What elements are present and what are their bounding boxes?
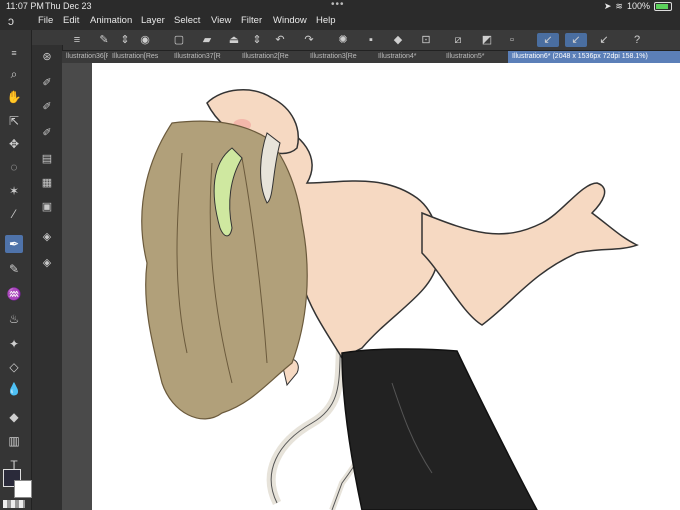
eyedropper-icon[interactable]: ⁄ bbox=[5, 205, 23, 223]
crop-icon[interactable]: ⊡ bbox=[419, 33, 433, 47]
tab-illustration3[interactable]: Illustration3[Re bbox=[306, 51, 377, 63]
tool-palette: ≡ ⌕ ✋ ⇱ ✥ ◌ ✶ ⁄ ✒ ✎ ♒ ♨ ✦ ◇ 💧 ◆ ▥ T bbox=[0, 30, 32, 510]
battery-icon bbox=[654, 1, 672, 11]
battery-percent: 100% bbox=[626, 1, 650, 11]
ruler-snap-icon[interactable]: ↙ bbox=[537, 33, 559, 47]
tab-illustration2[interactable]: Illustration2[Re bbox=[238, 51, 309, 63]
app-logo-icon[interactable]: ↄ bbox=[8, 14, 22, 28]
gradient-icon[interactable]: ▥ bbox=[5, 432, 23, 450]
menu-bar: ↄ File Edit Animation Layer Select View … bbox=[0, 12, 680, 30]
deselect-icon[interactable]: ⧄ bbox=[451, 33, 465, 47]
subtool-pen-b-icon[interactable]: ✐ bbox=[39, 99, 55, 115]
menu-animation[interactable]: Animation bbox=[90, 15, 132, 26]
edit-icon[interactable]: ✎ bbox=[97, 33, 111, 47]
status-time: 11:07 PM bbox=[6, 1, 44, 11]
eraser-icon[interactable]: ◇ bbox=[5, 358, 23, 376]
subtool-pen-a-icon[interactable]: ✐ bbox=[39, 75, 55, 91]
magic-wand-icon[interactable]: ✶ bbox=[5, 182, 23, 200]
move-icon[interactable]: ✥ bbox=[5, 135, 23, 153]
wifi-icon: ≋ bbox=[615, 1, 623, 11]
subtool-pen-c-icon[interactable]: ✐ bbox=[39, 125, 55, 141]
operation-icon[interactable]: ⇱ bbox=[5, 112, 23, 130]
subtool-grid-icon[interactable]: ▦ bbox=[39, 175, 55, 191]
menu-help[interactable]: Help bbox=[316, 15, 336, 26]
tab-illustration37[interactable]: Illustration37[R bbox=[170, 51, 241, 63]
status-date: Thu Dec 23 bbox=[45, 1, 92, 11]
view-icon[interactable]: ◉ bbox=[138, 33, 152, 47]
fill-bucket-icon[interactable]: ◆ bbox=[5, 408, 23, 426]
location-icon: ➤ bbox=[603, 1, 612, 11]
drawing-canvas[interactable] bbox=[92, 63, 680, 510]
menu-layer[interactable]: Layer bbox=[141, 15, 165, 26]
stepper2-icon[interactable]: ⇕ bbox=[250, 33, 264, 47]
subtool-panel-icon[interactable]: ▣ bbox=[39, 199, 55, 215]
pen-tool-icon[interactable]: ✒ bbox=[5, 235, 23, 253]
save-icon[interactable]: ⏏ bbox=[227, 33, 241, 47]
pencil-icon[interactable]: ✎ bbox=[5, 260, 23, 278]
layers-alt-icon[interactable]: ◈ bbox=[39, 255, 55, 271]
airbrush-icon[interactable]: ♨ bbox=[5, 310, 23, 328]
menu-select[interactable]: Select bbox=[174, 15, 200, 26]
clear-icon[interactable]: ▪ bbox=[364, 33, 378, 47]
command-bar: « ≡ ✎ ⇕ ◉ ▢ ▰ ⏏ ⇕ ↶ ↷ ✺ ▪ ◆ ⊡ ⧄ ◩ ▫ ↙ ↙ … bbox=[0, 30, 680, 51]
subtool-layer-icon[interactable]: ▤ bbox=[39, 151, 55, 167]
status-right: ➤ ≋ 100% bbox=[604, 0, 672, 12]
document-tabs: llustration36[Re Illustration[Res Illust… bbox=[62, 51, 680, 63]
illustration-artwork bbox=[141, 89, 639, 510]
panel-menu-icon[interactable]: ≡ bbox=[5, 44, 23, 62]
pen-pressure-icon[interactable]: ↙ bbox=[597, 33, 611, 47]
menu-file[interactable]: File bbox=[38, 15, 53, 26]
tab-illustration[interactable]: Illustration[Res bbox=[108, 51, 173, 63]
loading-icon[interactable]: ✺ bbox=[336, 33, 350, 47]
hand-icon[interactable]: ✋ bbox=[5, 88, 23, 106]
zoom-icon[interactable]: ⌕ bbox=[5, 65, 23, 83]
subtool-settings-icon[interactable]: ⊛ bbox=[39, 49, 55, 65]
new-file-icon[interactable]: ▢ bbox=[172, 33, 186, 47]
ipad-status-bar: 11:07 PM Thu Dec 23 ••• ➤ ≋ 100% bbox=[0, 0, 680, 12]
transparent-color-swatch[interactable] bbox=[3, 500, 25, 508]
sub-tool-panel: ⊛ ✐ ✐ ✐ ▤ ▦ ▣ ◈ ◈ bbox=[32, 45, 63, 510]
blend-icon[interactable]: 💧 bbox=[5, 380, 23, 398]
brush-icon[interactable]: ♒ bbox=[5, 285, 23, 303]
open-folder-icon[interactable]: ▰ bbox=[200, 33, 214, 47]
help-icon[interactable]: ? bbox=[630, 33, 644, 47]
multitasking-dots[interactable]: ••• bbox=[331, 0, 345, 11]
stepper-icon[interactable]: ⇕ bbox=[118, 33, 132, 47]
hamburger-menu-icon[interactable]: ≡ bbox=[70, 33, 84, 47]
lasso-icon[interactable]: ◌ bbox=[5, 158, 23, 176]
menu-edit[interactable]: Edit bbox=[63, 15, 79, 26]
tab-illustration36[interactable]: llustration36[Re bbox=[62, 51, 111, 63]
tab-illustration5[interactable]: Illustration5* bbox=[442, 51, 511, 63]
tab-illustration4[interactable]: Illustration4* bbox=[374, 51, 445, 63]
redo-icon[interactable]: ↷ bbox=[302, 33, 316, 47]
undo-icon[interactable]: ↶ bbox=[273, 33, 287, 47]
special-ruler-icon[interactable]: ↙ bbox=[565, 33, 587, 47]
tab-illustration6[interactable]: Illustration6* (2048 x 1536px 72dpi 158.… bbox=[508, 51, 680, 63]
fill-icon[interactable]: ◆ bbox=[391, 33, 405, 47]
menu-window[interactable]: Window bbox=[273, 15, 307, 26]
menu-view[interactable]: View bbox=[211, 15, 231, 26]
invert-selection-icon[interactable]: ◩ bbox=[480, 33, 494, 47]
sub-color-swatch[interactable] bbox=[14, 480, 32, 498]
layers-icon[interactable]: ◈ bbox=[39, 229, 55, 245]
decoration-icon[interactable]: ✦ bbox=[5, 335, 23, 353]
menu-filter[interactable]: Filter bbox=[241, 15, 262, 26]
selection-box-icon[interactable]: ▫ bbox=[505, 33, 519, 47]
